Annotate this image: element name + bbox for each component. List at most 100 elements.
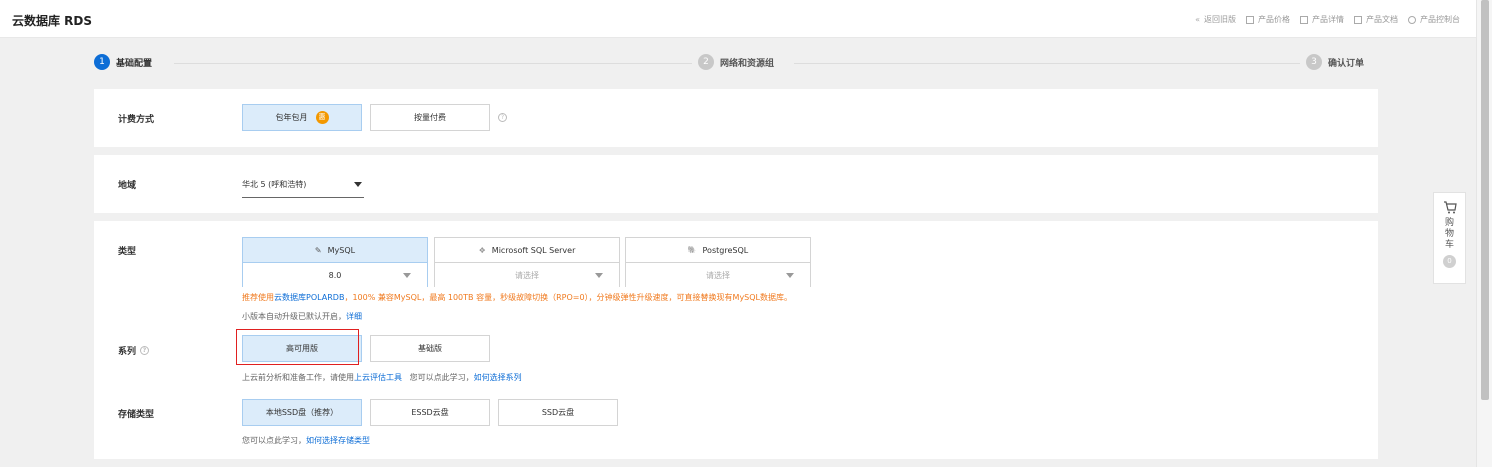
- option-label: 基础版: [418, 344, 442, 353]
- option-label: 按量付费: [414, 113, 446, 122]
- engine-card-mysql: ✎ MySQL 8.0: [242, 237, 428, 287]
- product-price-link[interactable]: 产品价格: [1246, 14, 1290, 25]
- chevron-down-icon: [595, 273, 603, 278]
- region-value: 华北 5 (呼和浩特): [242, 179, 307, 189]
- help-icon[interactable]: ?: [140, 346, 150, 355]
- how-to-choose-storage-link[interactable]: 如何选择存储类型: [306, 436, 370, 445]
- version-placeholder: 请选择: [515, 270, 539, 280]
- storage-note: 您可以点此学习，如何选择存储类型: [242, 435, 370, 446]
- region-panel: 地域 华北 5 (呼和浩特): [94, 155, 1378, 213]
- step-number: 2: [698, 54, 714, 70]
- page-scrollbar[interactable]: [1476, 0, 1492, 467]
- chevron-down-icon: [786, 273, 794, 278]
- engine-name: MySQL: [327, 245, 356, 255]
- step-number: 3: [1306, 54, 1322, 70]
- engine-sqlserver-button[interactable]: ❖ Microsoft SQL Server: [435, 238, 619, 263]
- sqlserver-icon: ❖: [478, 245, 486, 255]
- step-number: 1: [94, 54, 110, 70]
- migration-assessment-link[interactable]: 上云评估工具: [354, 373, 402, 382]
- polardb-promo: 推荐使用云数据库POLARDB，100% 兼容MySQL，最高 100TB 容量…: [242, 292, 792, 303]
- version-value: 8.0: [328, 270, 342, 280]
- step-label: 网络和资源组: [720, 58, 775, 69]
- document-icon: [1354, 15, 1362, 24]
- promo-suffix: ，100% 兼容MySQL，最高 100TB 容量，秒级故障切换（RPO=0），…: [344, 293, 793, 302]
- billing-subscription-button[interactable]: 包年包月 惠: [242, 104, 362, 131]
- step-connector: [794, 63, 1302, 64]
- step-basic-config: 1 基础配置: [88, 54, 159, 70]
- how-to-choose-series-link[interactable]: 如何选择系列: [474, 373, 522, 382]
- postgresql-version-select[interactable]: 请选择: [626, 263, 810, 287]
- app-title: 云数据库 RDS: [12, 14, 93, 28]
- top-bar: 云数据库 RDS « 返回旧版 产品价格 产品详情 产品文档 产品控制台: [0, 0, 1476, 38]
- type-label: 类型: [118, 247, 137, 257]
- billing-label: 计费方式: [118, 115, 155, 125]
- series-note: 上云前分析和准备工作，请使用上云评估工具 您可以点此学习，如何选择系列: [242, 372, 522, 383]
- product-console-link[interactable]: 产品控制台: [1408, 14, 1460, 25]
- storage-local-ssd-button[interactable]: 本地SSD盘（推荐）: [242, 399, 362, 426]
- sqlserver-version-select[interactable]: 请选择: [435, 263, 619, 287]
- minor-upgrade-note: 小版本自动升级已默认开启，详细: [242, 311, 362, 322]
- series-basic-button[interactable]: 基础版: [370, 335, 490, 362]
- cart-icon: [1443, 201, 1457, 214]
- engine-postgresql-button[interactable]: 🐘 PostgreSQL: [626, 238, 810, 263]
- top-links: « 返回旧版 产品价格 产品详情 产品文档 产品控制台: [1195, 14, 1460, 25]
- step-label: 基础配置: [116, 58, 153, 69]
- region-select[interactable]: 华北 5 (呼和浩特): [242, 171, 364, 198]
- option-label: 包年包月: [275, 113, 308, 122]
- engine-card-postgresql: 🐘 PostgreSQL 请选择: [625, 237, 811, 287]
- series-note-prefix: 上云前分析和准备工作，请使用: [242, 373, 354, 382]
- scrollbar-thumb[interactable]: [1481, 0, 1489, 400]
- product-details-link[interactable]: 产品详情: [1300, 14, 1344, 25]
- highlight-annotation: [236, 329, 359, 365]
- help-icon[interactable]: ?: [498, 113, 507, 122]
- wizard-steps: 1 基础配置 2 网络和资源组 3 确认订单: [88, 48, 1378, 78]
- toplink-label: 返回旧版: [1204, 15, 1236, 24]
- toplink-label: 产品详情: [1312, 15, 1344, 24]
- storage-ssd-button[interactable]: SSD云盘: [498, 399, 618, 426]
- cart-label: 购物车: [1444, 218, 1454, 250]
- toplink-label: 产品控制台: [1420, 15, 1460, 24]
- billing-pay-as-you-go-button[interactable]: 按量付费: [370, 104, 490, 131]
- instance-config-panel: 类型 ✎ MySQL 8.0 ❖ Microsoft SQL Server 请选…: [94, 221, 1378, 459]
- engine-mysql-button[interactable]: ✎ MySQL: [243, 238, 427, 263]
- series-label: 系列: [118, 347, 137, 357]
- storage-label: 存储类型: [118, 410, 155, 420]
- region-label: 地域: [118, 181, 137, 191]
- back-to-old-version-link[interactable]: « 返回旧版: [1195, 14, 1236, 25]
- gear-icon: [1408, 15, 1416, 24]
- chevron-down-icon: [354, 181, 362, 187]
- series-note-middle: 您可以点此学习，: [402, 373, 474, 382]
- version-placeholder: 请选择: [706, 270, 730, 280]
- step-connector: [174, 63, 694, 64]
- toplink-label: 产品文档: [1366, 15, 1398, 24]
- double-chevron-left-icon: «: [1195, 14, 1200, 24]
- engine-card-sqlserver: ❖ Microsoft SQL Server 请选择: [434, 237, 620, 287]
- billing-panel: 计费方式 包年包月 惠 按量付费 ?: [94, 89, 1378, 147]
- step-network-resource: 2 网络和资源组: [692, 54, 781, 70]
- price-list-icon: [1246, 15, 1254, 24]
- option-label: SSD云盘: [541, 408, 575, 417]
- cart-count-badge: 0: [1443, 255, 1456, 268]
- engine-name: PostgreSQL: [702, 245, 749, 255]
- storage-essd-button[interactable]: ESSD云盘: [370, 399, 490, 426]
- upgrade-note: 小版本自动升级已默认开启，: [242, 312, 346, 321]
- storage-note-prefix: 您可以点此学习，: [242, 436, 306, 445]
- polardb-link[interactable]: 云数据库POLARDB: [274, 293, 344, 302]
- option-label: ESSD云盘: [411, 408, 449, 417]
- toplink-label: 产品价格: [1258, 15, 1290, 24]
- step-confirm-order: 3 确认订单: [1300, 54, 1371, 70]
- mysql-version-select[interactable]: 8.0: [243, 263, 427, 287]
- discount-badge: 惠: [315, 111, 329, 124]
- shopping-cart-widget[interactable]: 购物车 0: [1433, 192, 1466, 284]
- product-docs-link[interactable]: 产品文档: [1354, 14, 1398, 25]
- details-icon: [1300, 15, 1308, 24]
- upgrade-details-link[interactable]: 详细: [346, 312, 362, 321]
- engine-name: Microsoft SQL Server: [491, 245, 576, 255]
- postgresql-icon: 🐘: [687, 246, 697, 254]
- step-label: 确认订单: [1328, 58, 1365, 69]
- series-label-row: 系列 ?: [118, 344, 150, 357]
- option-label: 本地SSD盘（推荐）: [265, 408, 339, 417]
- promo-prefix: 推荐使用: [242, 293, 274, 302]
- chevron-down-icon: [403, 273, 411, 278]
- mysql-icon: ✎: [314, 245, 322, 255]
